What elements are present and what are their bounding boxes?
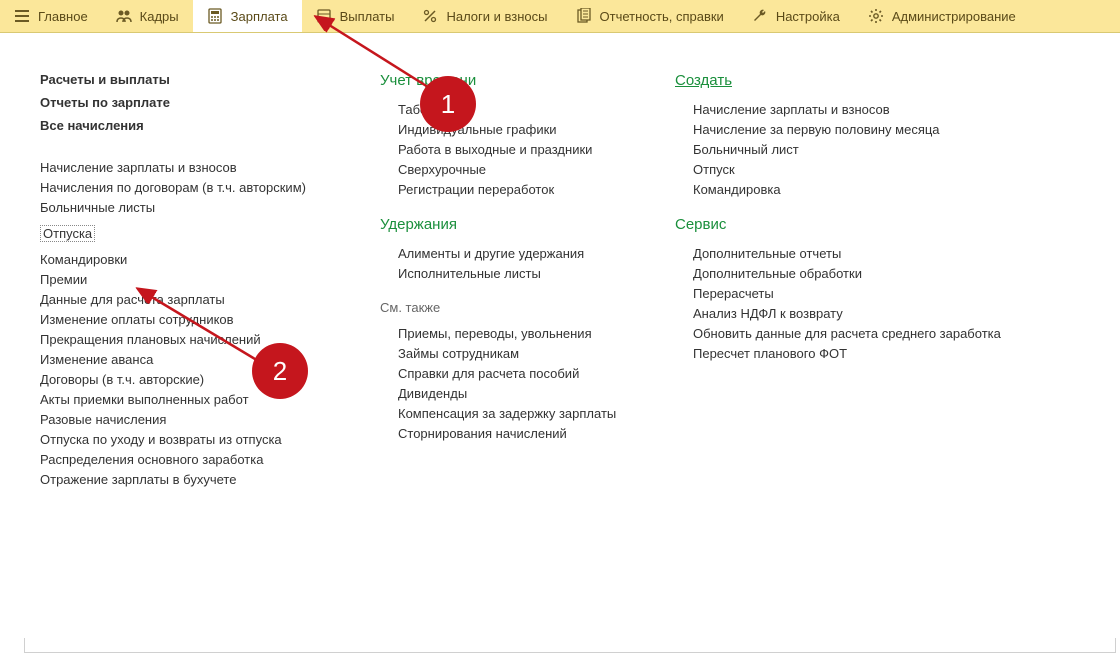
menu-item-wrench[interactable]: Настройка xyxy=(738,0,854,32)
nav-link[interactable]: Начисление за первую половину месяца xyxy=(693,122,1055,137)
nav-link[interactable]: Разовые начисления xyxy=(40,412,340,427)
nav-link[interactable]: Начисления по договорам (в т.ч. авторски… xyxy=(40,180,340,195)
nav-link[interactable]: Дивиденды xyxy=(398,386,635,401)
section-title-deductions[interactable]: Удержания xyxy=(380,216,635,233)
nav-link[interactable]: Дополнительные обработки xyxy=(693,266,1055,281)
nav-link[interactable]: Регистрации переработок xyxy=(398,182,635,197)
nav-link[interactable]: Командировка xyxy=(693,182,1055,197)
menu-item-gear[interactable]: Администрирование xyxy=(854,0,1030,32)
nav-link[interactable]: Отпуска по уходу и возвраты из отпуска xyxy=(40,432,340,447)
menu-label: Настройка xyxy=(776,9,840,24)
gear-icon xyxy=(868,8,884,24)
menu-label: Отчетность, справки xyxy=(600,9,724,24)
nav-link[interactable]: Сверхурочные xyxy=(398,162,635,177)
column-center: Учет времени ТабелиИндивидуальные график… xyxy=(380,72,635,492)
nav-link[interactable]: Приемы, переводы, увольнения xyxy=(398,326,635,341)
nav-link[interactable]: Сторнирования начислений xyxy=(398,426,635,441)
nav-link[interactable]: Работа в выходные и праздники xyxy=(398,142,635,157)
menu-label: Зарплата xyxy=(231,9,288,24)
nav-link[interactable]: Компенсация за задержку зарплаты xyxy=(398,406,635,421)
column-navigation: Расчеты и выплаты Отчеты по зарплате Все… xyxy=(40,72,340,492)
section-title-service[interactable]: Сервис xyxy=(675,216,1055,233)
nav-link[interactable]: Пересчет планового ФОТ xyxy=(693,346,1055,361)
nav-link[interactable]: Обновить данные для расчета среднего зар… xyxy=(693,326,1055,341)
calc-icon xyxy=(207,8,223,24)
nav-link[interactable]: Займы сотрудникам xyxy=(398,346,635,361)
nav-link[interactable]: Отпуска xyxy=(40,225,95,242)
wrench-icon xyxy=(752,8,768,24)
topbar: ГлавноеКадрыЗарплатаВыплатыНалоги и взно… xyxy=(0,0,1120,33)
nav-link[interactable]: Начисление зарплаты и взносов xyxy=(40,160,340,175)
nav-heading[interactable]: Все начисления xyxy=(40,118,340,133)
nav-link[interactable]: Алименты и другие удержания xyxy=(398,246,635,261)
annotation-badge-1: 1 xyxy=(420,76,476,132)
annotation-arrow-2 xyxy=(132,284,272,374)
page-border xyxy=(24,638,1116,653)
annotation-arrow-1 xyxy=(310,12,440,97)
nav-link[interactable]: Командировки xyxy=(40,252,340,267)
section-title-create[interactable]: Создать xyxy=(675,72,1055,89)
nav-link[interactable]: Перерасчеты xyxy=(693,286,1055,301)
report-icon xyxy=(576,8,592,24)
nav-link[interactable]: Справки для расчета пособий xyxy=(398,366,635,381)
nav-link[interactable]: Начисление зарплаты и взносов xyxy=(693,102,1055,117)
nav-link[interactable]: Дополнительные отчеты xyxy=(693,246,1055,261)
menu-label: Налоги и взносы xyxy=(446,9,547,24)
people-icon xyxy=(116,8,132,24)
menu-icon xyxy=(14,8,30,24)
nav-link[interactable]: Больничный лист xyxy=(693,142,1055,157)
menu-label: Главное xyxy=(38,9,88,24)
nav-link[interactable]: Отпуск xyxy=(693,162,1055,177)
nav-link[interactable]: Исполнительные листы xyxy=(398,266,635,281)
menu-item-people[interactable]: Кадры xyxy=(102,0,193,32)
menu-label: Администрирование xyxy=(892,9,1016,24)
nav-link[interactable]: Анализ НДФЛ к возврату xyxy=(693,306,1055,321)
menu-item-calc[interactable]: Зарплата xyxy=(193,0,302,32)
column-right: Создать Начисление зарплаты и взносов Нач… xyxy=(675,72,1055,492)
menu-item-menu[interactable]: Главное xyxy=(0,0,102,32)
section-title-see-also: См. также xyxy=(380,300,635,315)
nav-link[interactable]: Отражение зарплаты в бухучете xyxy=(40,472,340,487)
menu-item-report[interactable]: Отчетность, справки xyxy=(562,0,738,32)
nav-link[interactable]: Больничные листы xyxy=(40,200,340,215)
menu-label: Кадры xyxy=(140,9,179,24)
nav-heading[interactable]: Отчеты по зарплате xyxy=(40,95,340,110)
annotation-badge-2: 2 xyxy=(252,343,308,399)
nav-heading[interactable]: Расчеты и выплаты xyxy=(40,72,340,87)
nav-link[interactable]: Распределения основного заработка xyxy=(40,452,340,467)
